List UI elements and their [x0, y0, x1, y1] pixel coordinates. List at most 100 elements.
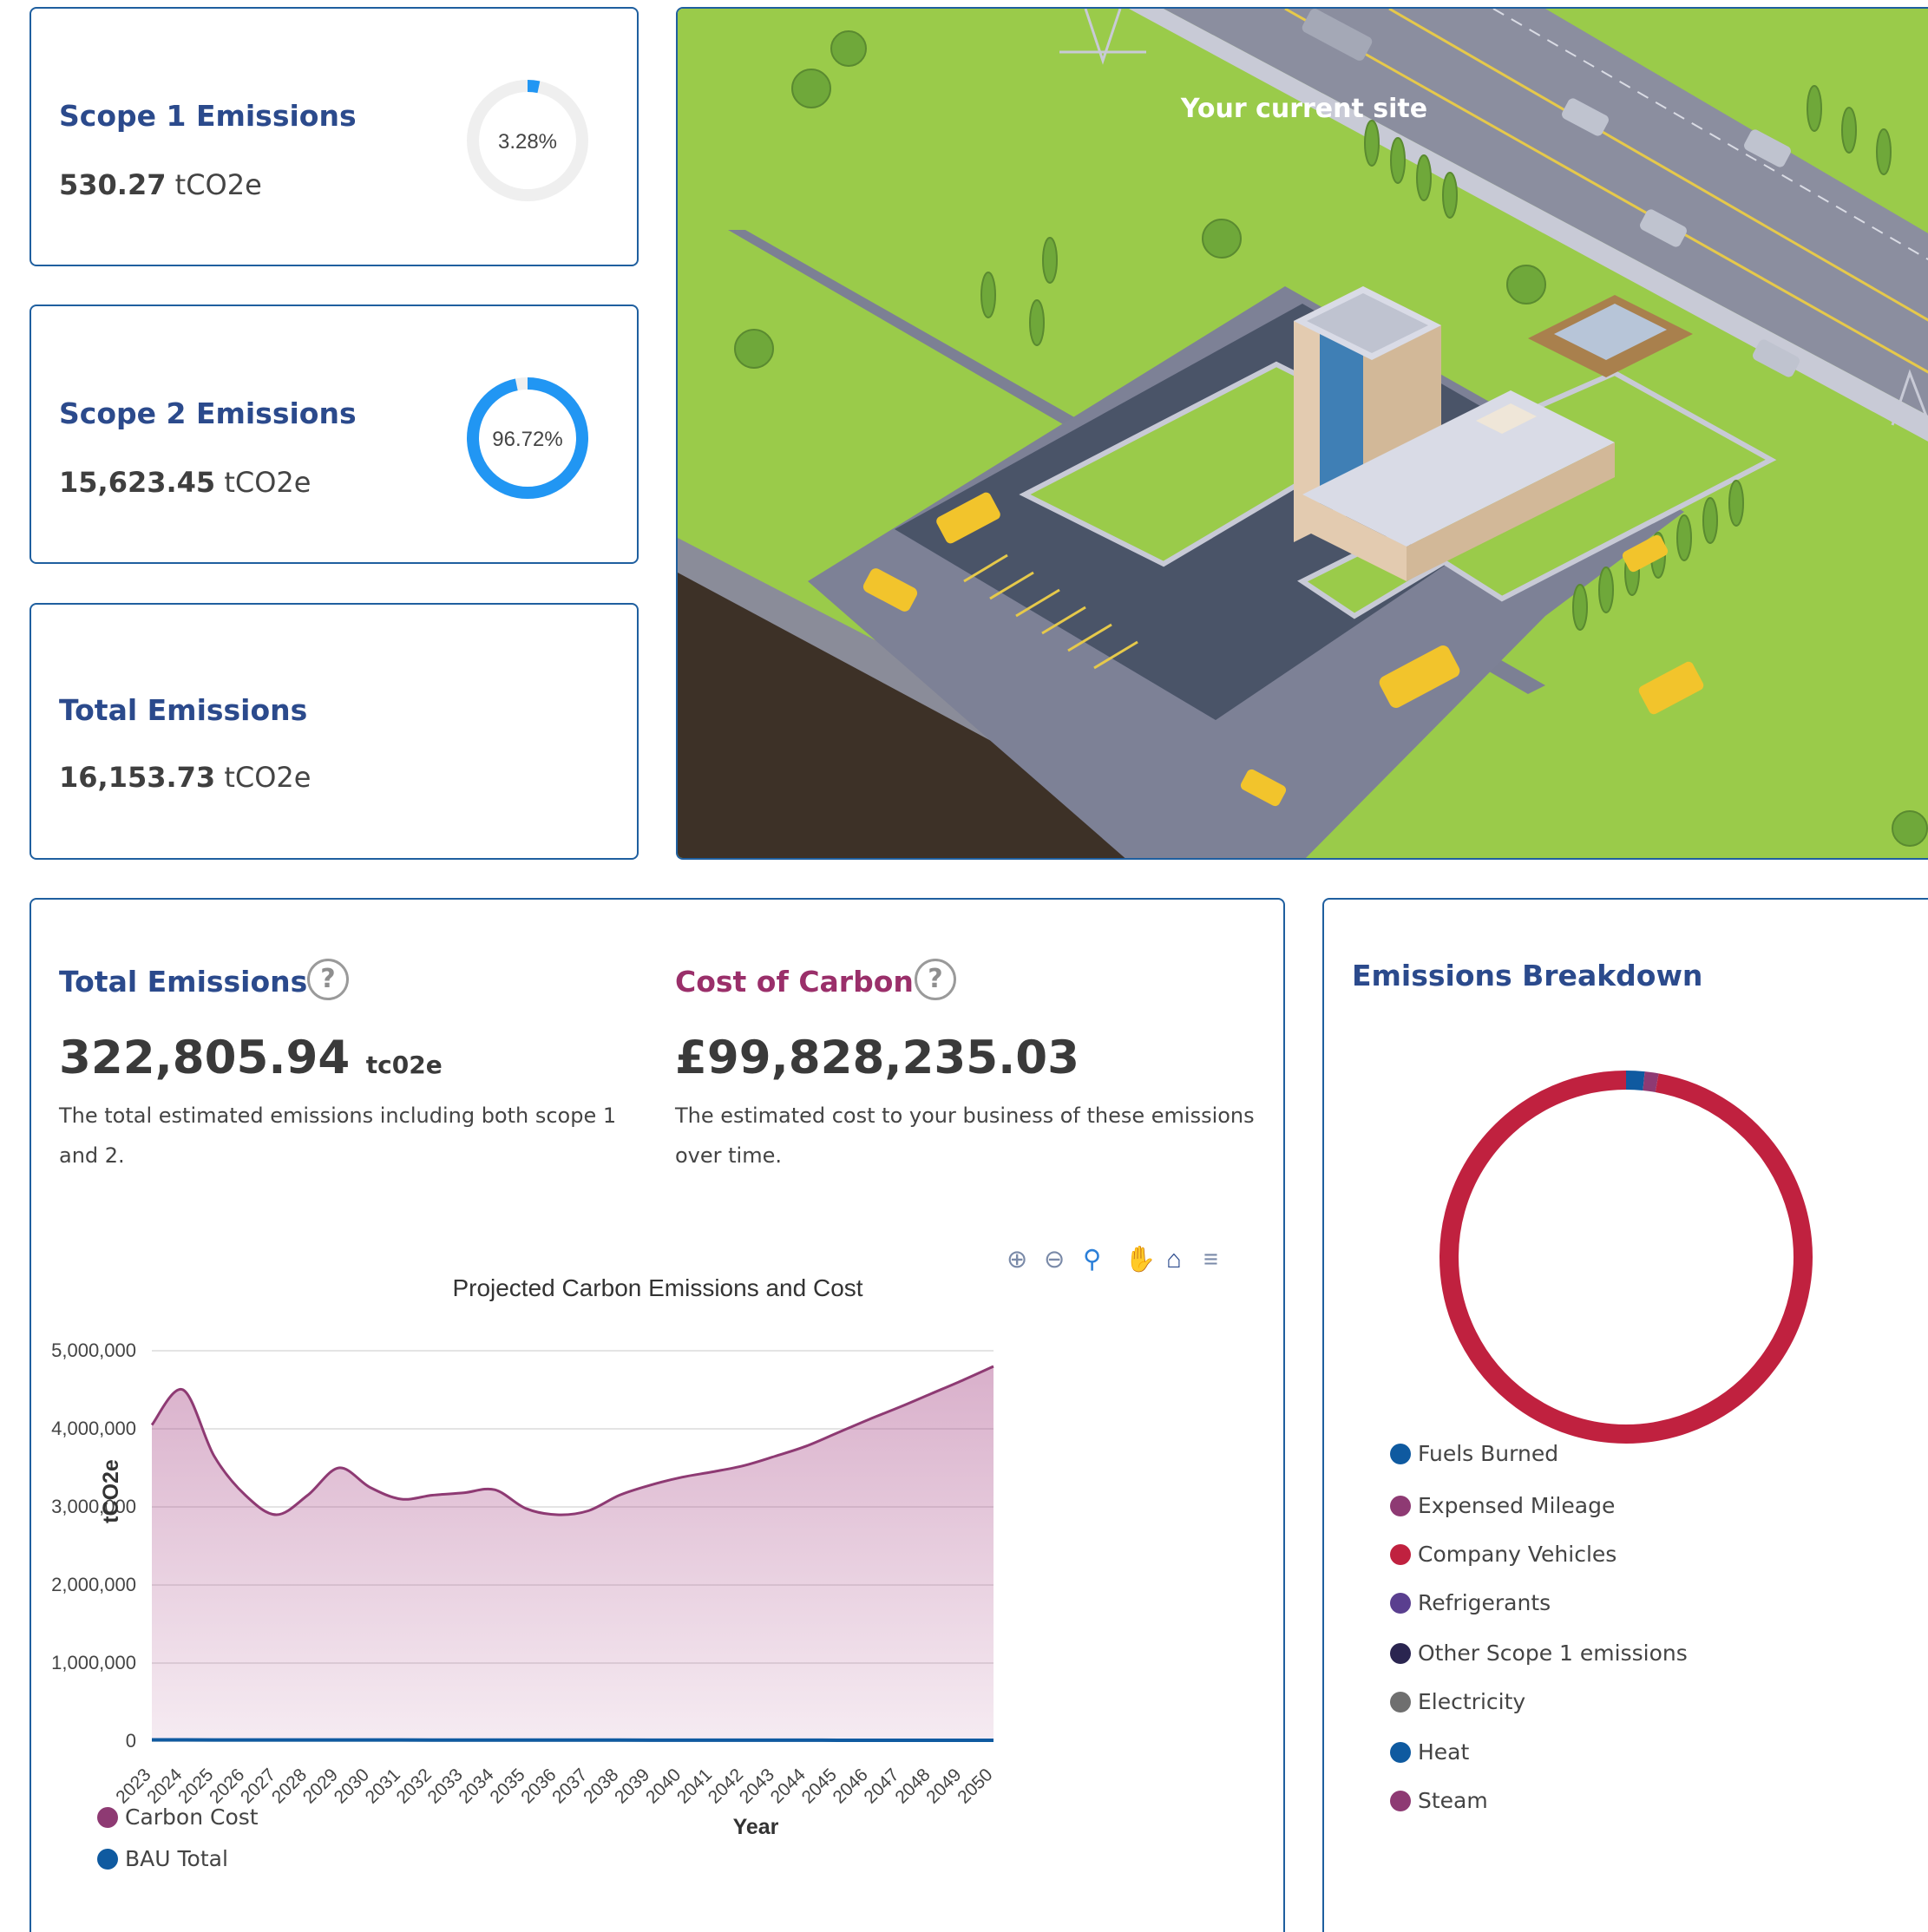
x-tick-label: 2044 — [767, 1765, 810, 1808]
breakdown-donut — [1439, 1071, 1813, 1444]
x-tick-label: 2048 — [891, 1765, 934, 1807]
total-emissions-value: 322,805.94 tc02e — [59, 1031, 443, 1084]
breakdown-legend-marker — [1390, 1741, 1411, 1763]
x-tick-label: 2025 — [174, 1765, 217, 1807]
total-unit: tCO2e — [224, 761, 311, 794]
breakdown-legend-marker — [1390, 1495, 1411, 1516]
x-tick-label: 2037 — [548, 1765, 591, 1807]
breakdown-legend-marker — [1390, 1642, 1411, 1664]
x-tick-label: 2031 — [362, 1765, 404, 1807]
cost-of-carbon-help-icon[interactable]: ? — [915, 959, 956, 1000]
carbon-cost-area — [152, 1366, 994, 1741]
site-label: Your current site — [1180, 94, 1427, 124]
x-tick-label: 2039 — [611, 1765, 653, 1807]
scope2-value: 15,623.45 tCO2e — [59, 466, 311, 499]
breakdown-legend-label: Refrigerants — [1418, 1590, 1551, 1615]
breakdown-slice[interactable] — [1439, 1071, 1813, 1444]
scope1-card: Scope 1 Emissions 530.27 tCO2e 3.28% — [30, 7, 639, 266]
x-tick-label: 2027 — [237, 1765, 279, 1807]
x-tick-label: 2033 — [423, 1765, 466, 1807]
y-tick-label: 3,000,000 — [51, 1496, 136, 1517]
x-tick-label: 2029 — [299, 1765, 342, 1807]
x-tick-label: 2028 — [268, 1765, 311, 1807]
y-tick-label: 0 — [126, 1730, 136, 1752]
scope2-unit: tCO2e — [224, 466, 311, 499]
x-axis-label: Year — [733, 1815, 779, 1839]
scope2-amount: 15,623.45 — [59, 466, 216, 499]
scope1-value: 530.27 tCO2e — [59, 168, 262, 201]
breakdown-legend-item[interactable]: Electricity — [1390, 1689, 1525, 1714]
x-tick-label: 2023 — [112, 1765, 154, 1807]
breakdown-card: Emissions Breakdown Fuels Burned Expensed… — [1322, 898, 1928, 1932]
legend-bau-total-marker — [97, 1848, 118, 1870]
x-tick-label: 2034 — [455, 1765, 498, 1808]
x-tick-label: 2026 — [206, 1765, 248, 1807]
breakdown-legend-marker — [1390, 1790, 1411, 1811]
total-value: 16,153.73 tCO2e — [59, 761, 311, 794]
total-amount: 16,153.73 — [59, 761, 216, 794]
breakdown-legend-label: Company Vehicles — [1418, 1542, 1617, 1567]
scope1-title: Scope 1 Emissions — [59, 99, 357, 133]
y-tick-label: 2,000,000 — [51, 1574, 136, 1595]
site-illustration: Your current site — [678, 9, 1928, 858]
x-tick-label: 2047 — [860, 1765, 902, 1807]
total-emissions-title: Total Emissions — [59, 965, 308, 999]
scope1-unit: tCO2e — [174, 168, 262, 201]
x-tick-label: 2038 — [580, 1765, 622, 1807]
x-tick-label: 2042 — [705, 1765, 747, 1807]
scope1-percent: 3.28% — [498, 130, 557, 154]
breakdown-legend-item[interactable]: Other Scope 1 emissions — [1390, 1641, 1688, 1666]
breakdown-title: Emissions Breakdown — [1352, 959, 1703, 992]
total-title: Total Emissions — [59, 693, 308, 727]
x-tick-label: 2032 — [393, 1765, 436, 1807]
breakdown-legend-item[interactable]: Steam — [1390, 1788, 1488, 1813]
legend-carbon-cost-label: Carbon Cost — [125, 1804, 259, 1830]
total-emissions-amount: 322,805.94 — [59, 1031, 351, 1084]
scope1-amount: 530.27 — [59, 168, 167, 201]
breakdown-legend-label: Electricity — [1418, 1689, 1526, 1714]
breakdown-slice[interactable] — [1643, 1071, 1659, 1092]
breakdown-legend-item[interactable]: Company Vehicles — [1390, 1542, 1617, 1567]
x-tick-label: 2035 — [486, 1765, 528, 1807]
cost-of-carbon-title: Cost of Carbon — [675, 965, 914, 999]
scope2-donut: 96.72% — [467, 377, 588, 499]
breakdown-slice[interactable] — [1625, 1071, 1645, 1090]
x-tick-label: 2046 — [830, 1765, 872, 1807]
projection-card: Total Emissions ? Cost of Carbon ? 322,8… — [30, 898, 1285, 1932]
x-tick-label: 2050 — [954, 1765, 996, 1807]
y-tick-label: 4,000,000 — [51, 1418, 136, 1439]
breakdown-legend-item[interactable]: Heat — [1390, 1739, 1469, 1765]
scope1-donut: 3.28% — [467, 80, 588, 201]
total-emissions-help-icon[interactable]: ? — [307, 959, 349, 1000]
legend-carbon-cost-marker — [97, 1806, 118, 1828]
scope2-card: Scope 2 Emissions 15,623.45 tCO2e 96.72% — [30, 305, 639, 564]
cost-of-carbon-value: £99,828,235.03 — [675, 1031, 1080, 1084]
scope2-title: Scope 2 Emissions — [59, 396, 357, 430]
breakdown-legend-label: Expensed Mileage — [1418, 1493, 1616, 1518]
legend-bau-total[interactable]: BAU Total — [97, 1846, 228, 1871]
total-emissions-description: The total estimated emissions including … — [59, 1104, 617, 1168]
x-tick-label: 2024 — [143, 1765, 187, 1808]
breakdown-legend-marker — [1390, 1443, 1411, 1464]
breakdown-legend-label: Fuels Burned — [1418, 1441, 1559, 1466]
cost-of-carbon-description: The estimated cost to your business of t… — [675, 1104, 1255, 1168]
breakdown-legend-item[interactable]: Expensed Mileage — [1390, 1493, 1615, 1518]
breakdown-legend-marker — [1390, 1592, 1411, 1614]
breakdown-legend-label: Steam — [1418, 1788, 1488, 1813]
total-emissions-unit: tc02e — [365, 1051, 443, 1079]
x-tick-label: 2030 — [331, 1765, 373, 1807]
x-tick-label: 2040 — [642, 1765, 685, 1807]
legend-carbon-cost[interactable]: Carbon Cost — [97, 1804, 259, 1830]
x-tick-label: 2036 — [517, 1765, 560, 1807]
breakdown-legend-marker — [1390, 1691, 1411, 1713]
scope2-percent: 96.72% — [492, 428, 562, 451]
x-tick-label: 2049 — [922, 1765, 965, 1807]
y-tick-label: 5,000,000 — [51, 1339, 136, 1361]
x-tick-label: 2041 — [673, 1765, 716, 1807]
breakdown-legend-label: Other Scope 1 emissions — [1418, 1641, 1688, 1666]
breakdown-legend-item[interactable]: Fuels Burned — [1390, 1441, 1558, 1466]
breakdown-legend-marker — [1390, 1543, 1411, 1565]
breakdown-legend-item[interactable]: Refrigerants — [1390, 1590, 1551, 1615]
x-tick-label: 2045 — [798, 1765, 841, 1807]
legend-bau-total-label: BAU Total — [125, 1846, 228, 1871]
